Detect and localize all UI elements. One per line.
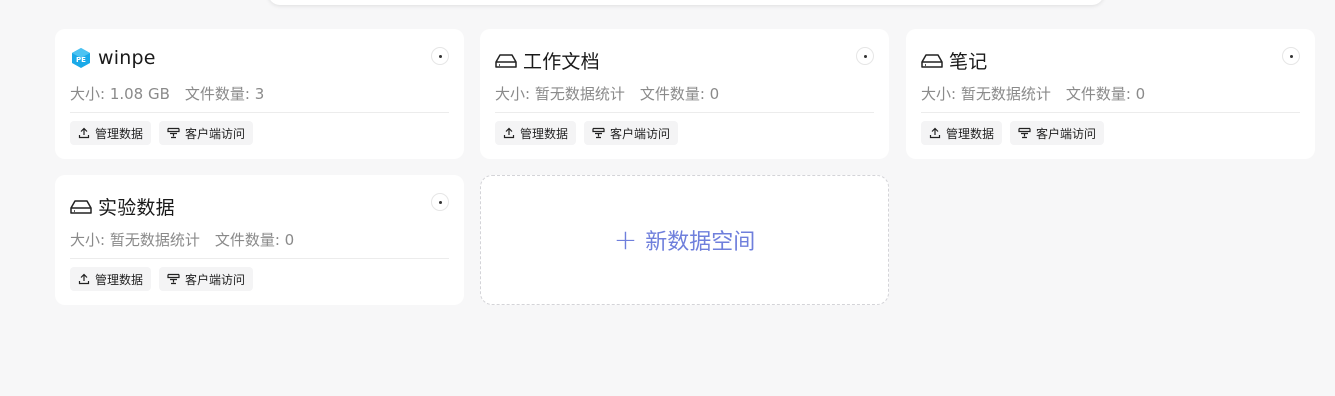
client-access-button[interactable]: 客户端访问 <box>1010 121 1105 145</box>
upload-icon <box>929 127 941 139</box>
client-access-button[interactable]: 客户端访问 <box>584 121 679 145</box>
client-access-label: 客户端访问 <box>185 272 246 287</box>
space-title: 工作文档 <box>523 51 600 73</box>
manage-data-label: 管理数据 <box>520 126 569 141</box>
manage-data-label: 管理数据 <box>95 126 144 141</box>
client-access-label: 客户端访问 <box>185 126 246 141</box>
server-icon <box>167 273 180 285</box>
space-stats: 大小: 暂无数据统计 文件数量: 0 <box>495 83 719 104</box>
manage-data-button[interactable]: 管理数据 <box>495 121 577 145</box>
card-header: PE winpe <box>70 47 156 69</box>
more-menu-button[interactable] <box>856 47 874 65</box>
card-header: 笔记 <box>921 47 987 74</box>
space-size: 大小: 1.08 GB <box>70 85 170 103</box>
upload-icon <box>78 127 90 139</box>
space-title: 实验数据 <box>98 197 175 219</box>
card-actions: 管理数据 客户端访问 <box>921 121 1105 145</box>
space-stats: 大小: 1.08 GB 文件数量: 3 <box>70 83 264 104</box>
drive-icon <box>495 50 517 72</box>
card-actions: 管理数据 客户端访问 <box>70 121 254 145</box>
more-menu-button[interactable] <box>1282 47 1300 65</box>
client-access-label: 客户端访问 <box>610 126 671 141</box>
cube-logo-icon: PE <box>70 47 92 69</box>
manage-data-label: 管理数据 <box>946 126 995 141</box>
space-stats: 大小: 暂无数据统计 文件数量: 0 <box>921 83 1145 104</box>
space-card-winpe: PE winpe 大小: 1.08 GB 文件数量: 3 管理数据 客户端访问 <box>55 29 464 159</box>
new-space-button[interactable]: + 新数据空间 <box>480 175 889 305</box>
card-header: 工作文档 <box>495 47 600 74</box>
space-file-count: 文件数量: 3 <box>184 85 265 103</box>
space-size: 大小: 暂无数据统计 <box>921 85 1051 103</box>
space-file-count: 文件数量: 0 <box>1065 85 1146 103</box>
space-title: winpe <box>98 47 156 69</box>
drive-icon <box>921 50 943 72</box>
divider <box>495 112 874 113</box>
space-size: 大小: 暂无数据统计 <box>70 231 200 249</box>
space-file-count: 文件数量: 0 <box>639 85 720 103</box>
space-title: 笔记 <box>949 51 988 73</box>
divider <box>70 258 449 259</box>
manage-data-label: 管理数据 <box>95 272 144 287</box>
plus-icon: + <box>613 223 638 256</box>
space-card-notes: 笔记 大小: 暂无数据统计 文件数量: 0 管理数据 客户端访问 <box>906 29 1315 159</box>
client-access-button[interactable]: 客户端访问 <box>159 267 254 291</box>
client-access-button[interactable]: 客户端访问 <box>159 121 254 145</box>
drive-icon <box>70 196 92 218</box>
more-menu-button[interactable] <box>431 47 449 65</box>
server-icon <box>167 127 180 139</box>
upload-icon <box>503 127 515 139</box>
space-card-work-docs: 工作文档 大小: 暂无数据统计 文件数量: 0 管理数据 客户端访问 <box>480 29 889 159</box>
manage-data-button[interactable]: 管理数据 <box>70 267 152 291</box>
more-menu-button[interactable] <box>431 193 449 211</box>
space-size: 大小: 暂无数据统计 <box>495 85 625 103</box>
space-file-count: 文件数量: 0 <box>214 231 295 249</box>
upload-icon <box>78 273 90 285</box>
new-space-label: 新数据空间 <box>645 230 756 255</box>
server-icon <box>592 127 605 139</box>
server-icon <box>1018 127 1031 139</box>
card-actions: 管理数据 客户端访问 <box>495 121 679 145</box>
space-card-experiment-data: 实验数据 大小: 暂无数据统计 文件数量: 0 管理数据 客户端访问 <box>55 175 464 305</box>
card-actions: 管理数据 客户端访问 <box>70 267 254 291</box>
top-search-bar-edge <box>268 0 1104 5</box>
svg-text:PE: PE <box>76 56 86 64</box>
card-header: 实验数据 <box>70 193 175 220</box>
manage-data-button[interactable]: 管理数据 <box>921 121 1003 145</box>
space-stats: 大小: 暂无数据统计 文件数量: 0 <box>70 229 294 250</box>
manage-data-button[interactable]: 管理数据 <box>70 121 152 145</box>
divider <box>921 112 1300 113</box>
client-access-label: 客户端访问 <box>1036 126 1097 141</box>
divider <box>70 112 449 113</box>
